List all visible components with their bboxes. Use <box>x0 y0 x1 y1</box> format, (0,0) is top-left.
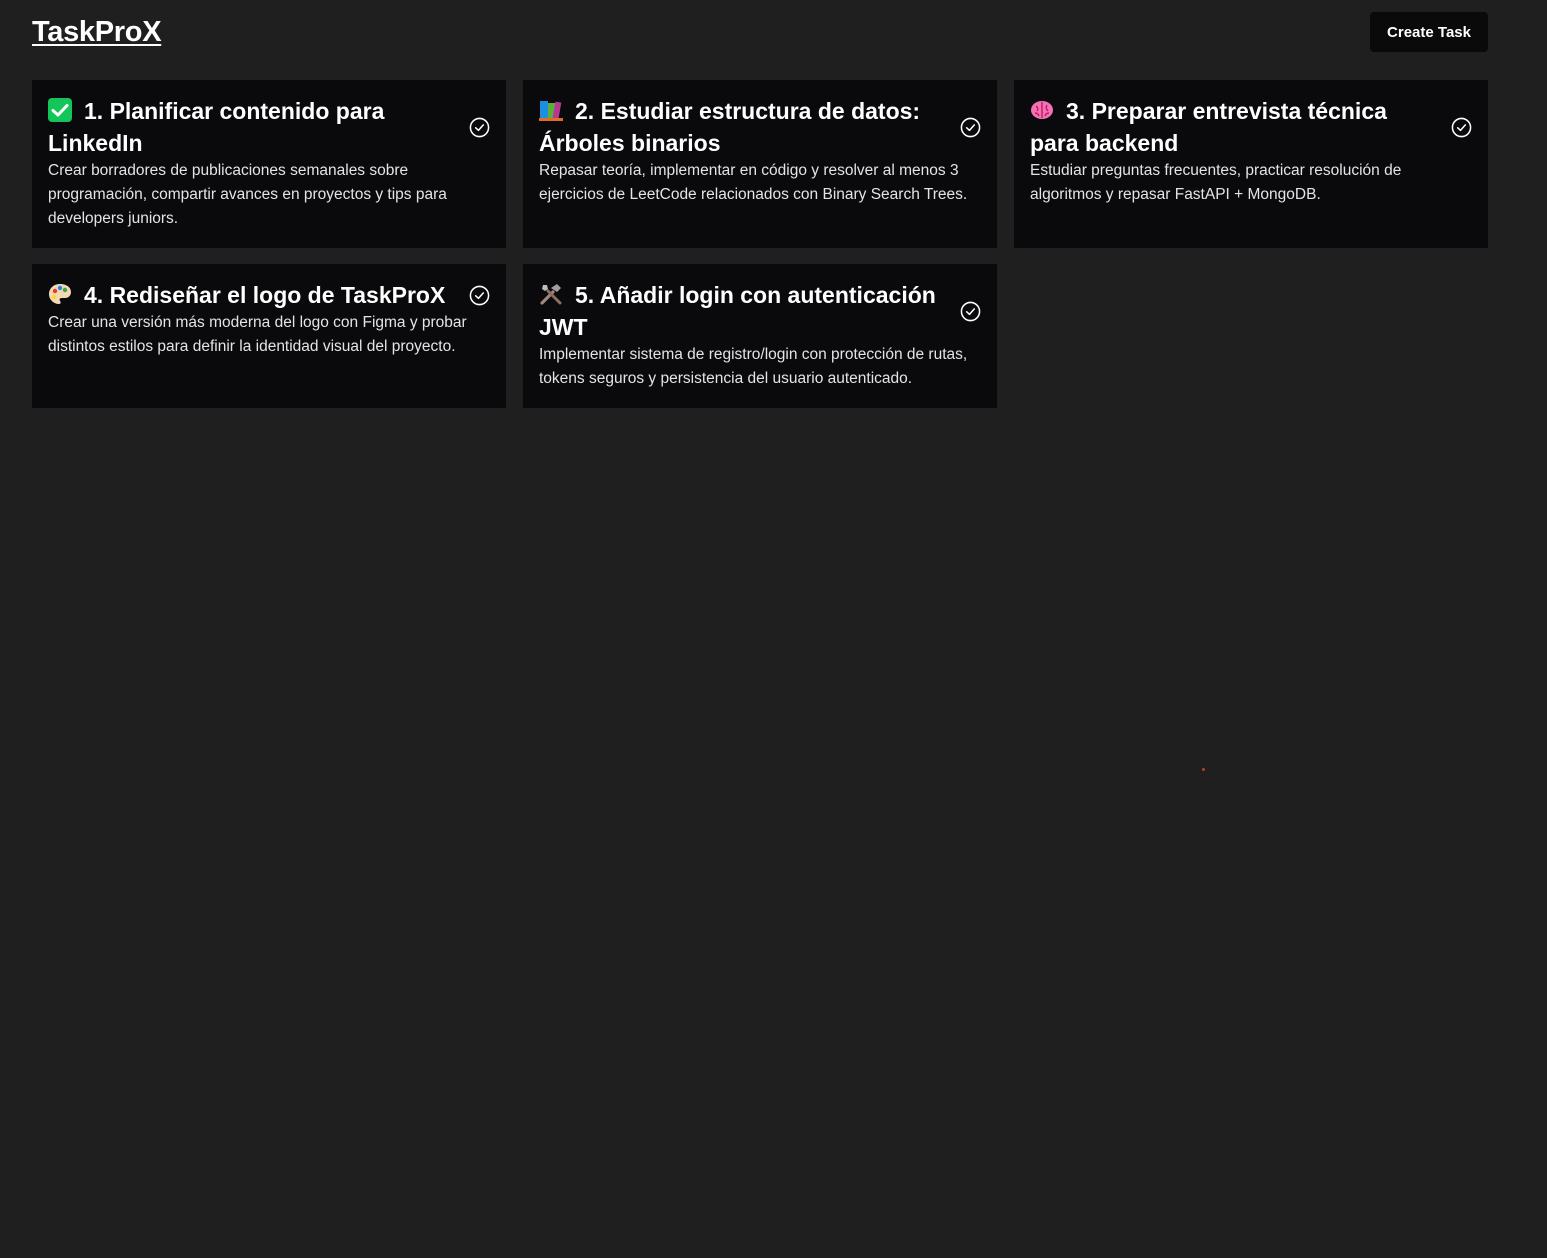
task-title: 4. Rediseñar el logo de TaskProX <box>48 279 457 311</box>
task-card-header: 2. Estudiar estructura de datos: Árboles… <box>539 95 981 159</box>
task-title-text: 3. Preparar entrevista técnica para back… <box>1030 98 1387 156</box>
task-card: 4. Rediseñar el logo de TaskProX Crear u… <box>32 264 506 408</box>
stray-dot <box>1202 768 1205 771</box>
complete-task-icon[interactable] <box>1451 117 1472 138</box>
task-description: Crear borradores de publicaciones semana… <box>48 162 447 227</box>
task-title: 3. Preparar entrevista técnica para back… <box>1030 95 1451 159</box>
complete-task-icon[interactable] <box>469 117 490 138</box>
app-logo-link[interactable]: TaskProX <box>32 16 162 49</box>
task-card: 3. Preparar entrevista técnica para back… <box>1014 80 1488 248</box>
create-task-button[interactable]: Create Task <box>1370 12 1488 52</box>
task-title-text: 5. Añadir login con autenticación JWT <box>539 282 936 340</box>
palette-icon <box>49 284 71 304</box>
task-title-text: 2. Estudiar estructura de datos: Árboles… <box>539 98 921 156</box>
complete-task-icon[interactable] <box>960 301 981 322</box>
task-card-header: 5. Añadir login con autenticación JWT <box>539 279 981 343</box>
task-card: 5. Añadir login con autenticación JWT Im… <box>523 264 997 408</box>
complete-task-icon[interactable] <box>960 117 981 138</box>
task-card: 2. Estudiar estructura de datos: Árboles… <box>523 80 997 248</box>
task-title: 5. Añadir login con autenticación JWT <box>539 279 960 343</box>
task-title-text: 1. Planificar contenido para LinkedIn <box>48 98 385 156</box>
app-header: TaskProX Create Task <box>32 12 1488 52</box>
task-card-header: 1. Planificar contenido para LinkedIn <box>48 95 490 159</box>
task-card-header: 3. Preparar entrevista técnica para back… <box>1030 95 1472 159</box>
brain-icon <box>1031 101 1053 119</box>
task-title: 1. Planificar contenido para LinkedIn <box>48 95 469 159</box>
task-card: 1. Planificar contenido para LinkedIn Cr… <box>32 80 506 248</box>
task-description: Crear una versión más moderna del logo c… <box>48 314 467 355</box>
task-card-header: 4. Rediseñar el logo de TaskProX <box>48 279 490 311</box>
task-grid: 1. Planificar contenido para LinkedIn Cr… <box>32 80 1488 408</box>
task-description: Implementar sistema de registro/login co… <box>539 346 968 387</box>
checkmark-box-icon <box>48 98 72 122</box>
tools-icon <box>540 284 562 305</box>
books-icon <box>539 101 563 121</box>
complete-task-icon[interactable] <box>469 285 490 306</box>
task-title: 2. Estudiar estructura de datos: Árboles… <box>539 95 960 159</box>
task-title-text: 4. Rediseñar el logo de TaskProX <box>84 282 446 308</box>
task-description: Estudiar preguntas frecuentes, practicar… <box>1030 162 1402 203</box>
task-description: Repasar teoría, implementar en código y … <box>539 162 968 203</box>
